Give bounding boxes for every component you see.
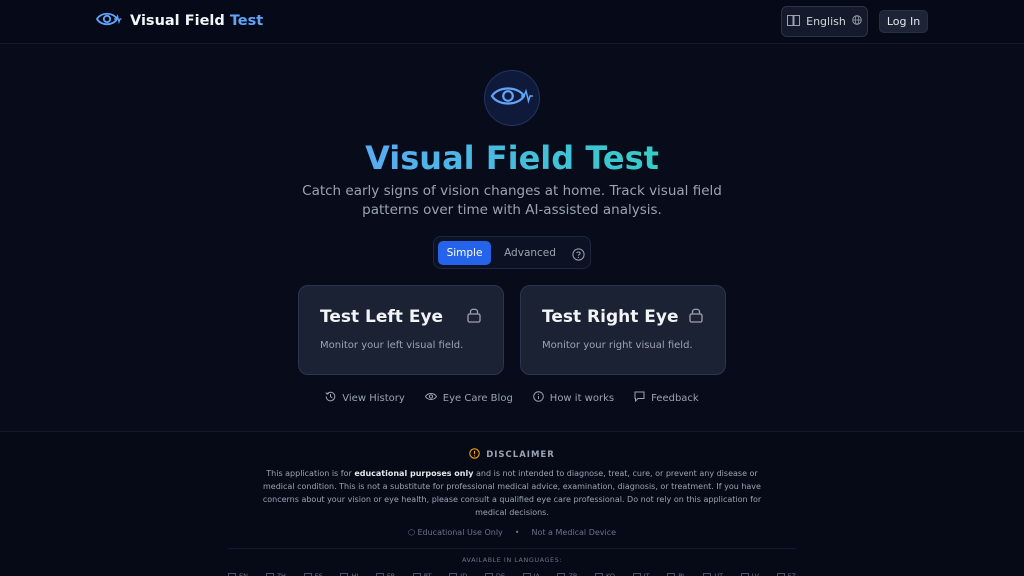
language-link[interactable]: FZ: [776, 572, 796, 576]
eye-care-blog-link[interactable]: Eye Care Blog: [424, 390, 513, 406]
language-code: IT: [643, 572, 650, 576]
disclaimer-emphasis: educational purposes only: [354, 469, 474, 478]
language-code: ZB: [568, 572, 578, 576]
card-description: Monitor your right visual field.: [542, 340, 693, 351]
view-history-link[interactable]: View History: [325, 390, 405, 406]
brand-main: Visual Field: [130, 13, 225, 29]
top-nav: Visual Field Test English Log In: [0, 0, 1024, 44]
languages-title: AVAILABLE IN LANGUAGES:: [462, 556, 562, 564]
simple-mode-button[interactable]: Simple: [438, 241, 491, 265]
language-list: EN ZH ES HI FR PT ID DE JA ZB KO IT PL UT LV FZ: [228, 572, 796, 576]
book-icon: [787, 14, 801, 29]
message-icon: [634, 391, 645, 405]
language-link[interactable]: ZB: [557, 572, 577, 576]
language-link[interactable]: PT: [412, 572, 432, 576]
language-code: UT: [714, 572, 724, 576]
quick-links: View History Eye Care Blog How it works …: [0, 390, 1024, 406]
language-link[interactable]: PL: [667, 572, 686, 576]
login-button[interactable]: Log In: [879, 10, 928, 33]
link-label: View History: [342, 392, 405, 404]
brand-accent: Test: [229, 13, 264, 29]
language-code: ES: [314, 572, 323, 576]
lock-icon: [467, 307, 481, 323]
warning-icon: [469, 448, 480, 462]
language-code: ID: [460, 572, 468, 576]
card-title: Test Left Eye: [320, 307, 444, 327]
disclaimer-text: This application is for educational purp…: [262, 467, 762, 519]
language-code: KO: [606, 572, 616, 576]
language-code: JA: [533, 572, 540, 576]
language-link[interactable]: KO: [595, 572, 615, 576]
language-code: PT: [423, 572, 432, 576]
language-link[interactable]: HI: [340, 572, 358, 576]
brand-title: Visual Field Test: [130, 13, 263, 29]
language-code: ZH: [276, 572, 286, 576]
hero-logo: [484, 70, 540, 126]
test-right-eye-card[interactable]: Test Right Eye Monitor your right visual…: [520, 285, 726, 375]
how-it-works-link[interactable]: How it works: [532, 390, 615, 406]
language-label: English: [806, 15, 846, 28]
language-link[interactable]: ID: [449, 572, 467, 576]
badge-separator: •: [514, 528, 520, 537]
language-code: LV: [751, 572, 760, 576]
language-code: FZ: [787, 572, 796, 576]
disclaimer-title: DISCLAIMER: [486, 450, 555, 460]
language-code: DE: [495, 572, 505, 576]
disclaimer-heading: DISCLAIMER: [0, 448, 1024, 462]
language-link[interactable]: LV: [740, 572, 760, 576]
link-label: Eye Care Blog: [442, 392, 513, 404]
badge-not-medical: Not a Medical Device: [531, 528, 617, 537]
language-link[interactable]: JA: [522, 572, 540, 576]
language-code: HI: [351, 572, 359, 576]
language-link[interactable]: FR: [375, 572, 396, 576]
language-code: FR: [386, 572, 396, 576]
divider: [228, 548, 796, 549]
disclaimer-text-start: This application is for: [266, 469, 355, 478]
language-link[interactable]: ZH: [265, 572, 286, 576]
language-link[interactable]: IT: [632, 572, 650, 576]
language-link[interactable]: DE: [484, 572, 505, 576]
info-icon: [532, 391, 544, 405]
eye-logo-icon: [95, 10, 122, 32]
eye-pulse-icon: [490, 83, 534, 113]
badge-label: Educational Use Only: [417, 528, 503, 537]
page-subtitle: Catch early signs of vision changes at h…: [302, 183, 722, 218]
feedback-link[interactable]: Feedback: [634, 390, 699, 406]
history-icon: [325, 391, 336, 405]
language-code: PL: [678, 572, 686, 576]
card-title: Test Right Eye: [542, 307, 679, 327]
language-code: EN: [239, 572, 248, 576]
eye-icon: [424, 392, 437, 404]
advanced-mode-button[interactable]: Advanced: [500, 241, 560, 265]
link-label: How it works: [549, 392, 615, 404]
mode-toggle: Simple Advanced: [433, 236, 591, 269]
card-description: Monitor your left visual field.: [320, 340, 464, 351]
language-link[interactable]: UT: [703, 572, 723, 576]
test-left-eye-card[interactable]: Test Left Eye Monitor your left visual f…: [298, 285, 504, 375]
brand[interactable]: Visual Field Test: [95, 10, 263, 32]
language-link[interactable]: ES: [303, 572, 323, 576]
badge-educational: ⬡ Educational Use Only: [408, 528, 503, 537]
compliance-badges: ⬡ Educational Use Only • Not a Medical D…: [0, 528, 1024, 537]
language-selector[interactable]: English: [781, 6, 868, 37]
globe-icon: [852, 15, 862, 28]
footer: DISCLAIMER This application is for educa…: [0, 431, 1024, 576]
page-title: Visual Field Test: [0, 138, 1024, 178]
help-icon[interactable]: [572, 246, 586, 261]
link-label: Feedback: [651, 392, 699, 404]
language-link[interactable]: EN: [228, 572, 248, 576]
hexagon-icon: ⬡: [407, 528, 415, 537]
lock-icon: [689, 307, 703, 323]
